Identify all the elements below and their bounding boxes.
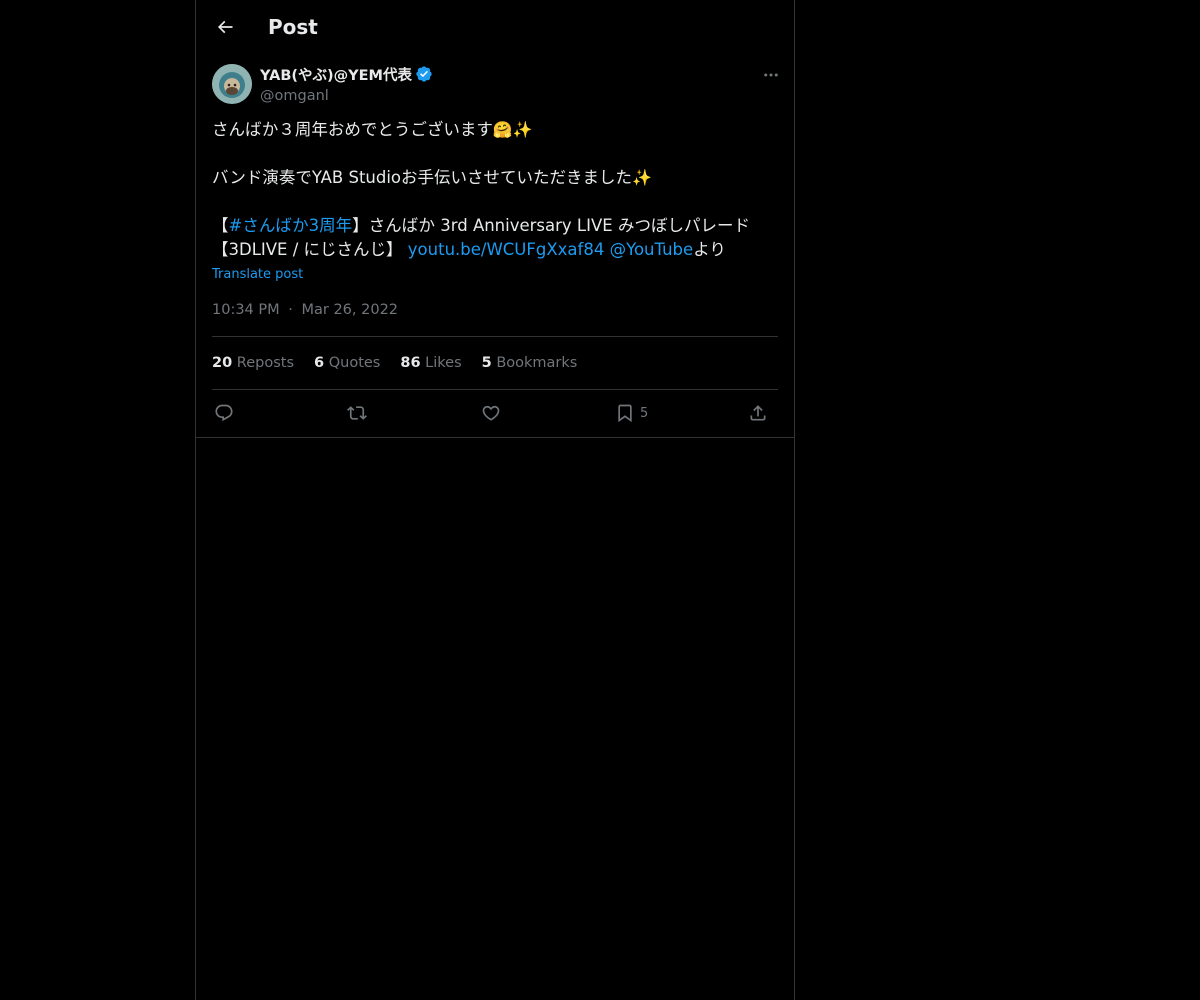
reposts-count: 20 (212, 355, 233, 371)
post-bottom-border (196, 437, 794, 438)
heart-icon (482, 405, 500, 421)
tweet-emoji: 🤗✨ (492, 120, 533, 139)
tweet-line: さんばか３周年おめでとうございます🤗✨ (212, 118, 778, 142)
bookmark-icon (618, 404, 632, 423)
youtube-url-link[interactable]: youtu.be/WCUFgXxaf84 (408, 240, 605, 259)
tweet-line: 【#さんばか3周年】さんばか 3rd Anniversary LIVE みつぼし… (212, 214, 778, 238)
tweet-line-text: より (693, 240, 726, 259)
primary-column: Post YAB(やぶ)@YEM代表 @omganl さんばか３周年おめでとうご… (195, 0, 795, 1000)
hashtag-link[interactable]: #さんばか3周年 (229, 216, 353, 235)
divider (212, 336, 778, 337)
more-dots-icon (764, 73, 778, 77)
meta-separator: · (288, 302, 293, 318)
quotes-count: 6 (314, 355, 325, 371)
mention-link[interactable]: @YouTube (610, 240, 694, 259)
author-display-name[interactable]: YAB(やぶ)@YEM代表 (260, 64, 433, 84)
reposts-stat[interactable]: 20 Reposts (212, 353, 294, 373)
tweet-emoji: ✨ (632, 168, 652, 187)
post-timestamp[interactable]: 10:34 PM · Mar 26, 2022 (212, 300, 398, 320)
share-button[interactable] (748, 396, 768, 430)
reposts-label: Reposts (236, 355, 295, 371)
divider (212, 389, 778, 390)
post-time: 10:34 PM (212, 302, 280, 318)
post-date: Mar 26, 2022 (301, 302, 399, 318)
bookmark-button[interactable]: 5 (615, 396, 648, 430)
likes-count: 86 (400, 355, 421, 371)
translate-post-link[interactable]: Translate post (212, 266, 303, 284)
tweet-text: さんばか３周年おめでとうございます🤗✨ バンド演奏でYAB Studioお手伝い… (212, 118, 778, 262)
author-handle[interactable]: @omganl (260, 86, 329, 106)
back-button[interactable] (208, 10, 242, 44)
bookmarks-count: 5 (481, 355, 492, 371)
tweet-line-text: さんばか３周年おめでとうございます (212, 120, 493, 139)
like-button[interactable] (481, 396, 501, 430)
author-name-text: YAB(やぶ)@YEM代表 (260, 67, 412, 84)
quotes-label: Quotes (328, 355, 381, 371)
likes-stat[interactable]: 86 Likes (400, 353, 461, 373)
verified-badge-icon (416, 66, 432, 82)
tweet-line-text: 】さんばか 3rd Anniversary LIVE みつぼしパレード (352, 216, 750, 235)
avatar-image (212, 64, 252, 104)
bookmarks-stat[interactable]: 5 Bookmarks (482, 353, 578, 373)
action-bar: 5 (212, 396, 778, 430)
reply-icon (215, 404, 233, 422)
tweet-line-text: バンド演奏でYAB Studioお手伝いさせていただきました (212, 168, 633, 187)
tweet-line: バンド演奏でYAB Studioお手伝いさせていただきました✨ (212, 166, 778, 190)
repost-button[interactable] (347, 396, 367, 430)
repost-icon (347, 406, 367, 420)
arrow-left-icon (217, 20, 233, 34)
bookmark-count: 5 (640, 405, 649, 421)
page-title: Post (268, 15, 318, 39)
tweet-line-text: 【 (212, 216, 229, 235)
avatar[interactable] (212, 64, 252, 104)
quotes-stat[interactable]: 6 Quotes (314, 353, 380, 373)
engagement-stats: 20 Reposts 6 Quotes 86 Likes 5 Bookmarks (212, 353, 597, 373)
bookmarks-label: Bookmarks (496, 355, 578, 371)
likes-label: Likes (425, 355, 462, 371)
more-options-button[interactable] (760, 64, 782, 86)
reply-button[interactable] (214, 396, 234, 430)
share-icon (750, 405, 766, 421)
tweet-line-text: 【3DLIVE / にじさんじ】 (212, 240, 408, 259)
tweet-line: 【3DLIVE / にじさんじ】 youtu.be/WCUFgXxaf84 @Y… (212, 238, 778, 262)
page-header: Post (196, 0, 794, 53)
